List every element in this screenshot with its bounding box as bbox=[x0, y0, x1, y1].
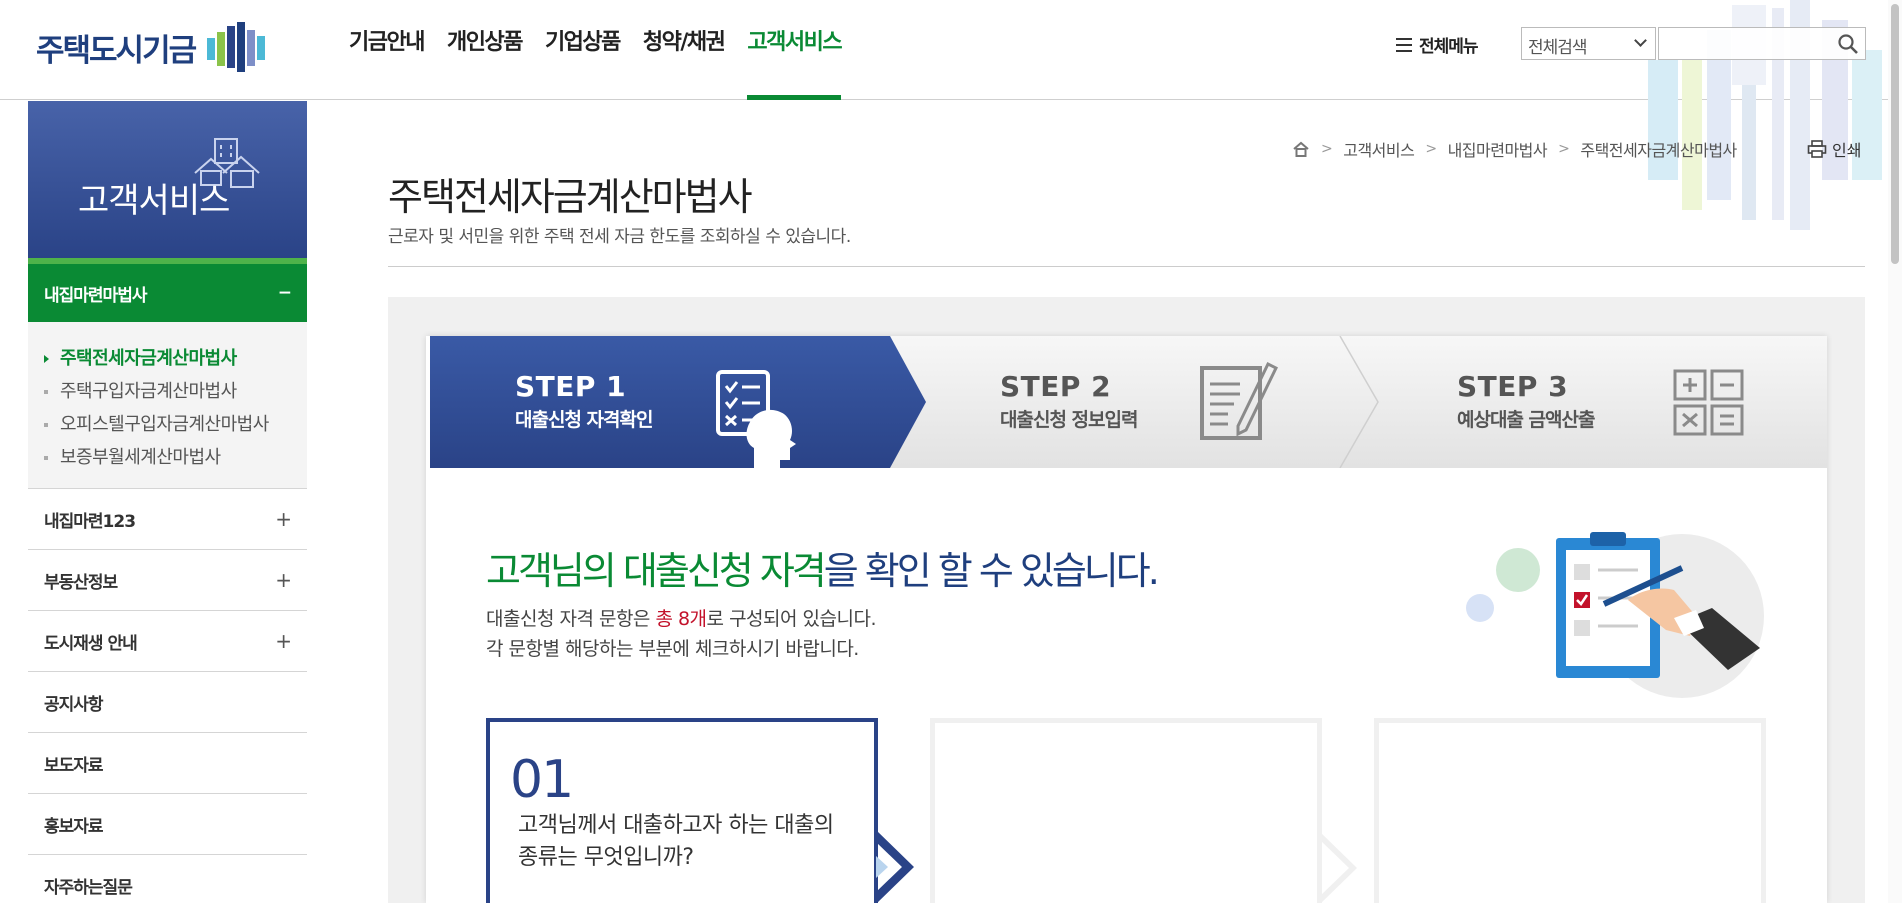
clipboard-checklist-illustration bbox=[1466, 532, 1764, 698]
search-input[interactable] bbox=[1658, 27, 1866, 60]
step-indicator: STEP 1 대출신청 자격확인 STEP 2 대출신청 정보입력 STEP 3… bbox=[430, 336, 1827, 468]
printer-icon bbox=[1807, 140, 1827, 158]
nav-subscription-bonds[interactable]: 청약/채권 bbox=[643, 0, 726, 100]
all-menu-label: 전체메뉴 bbox=[1419, 37, 1479, 57]
expand-icon: + bbox=[275, 568, 292, 592]
home-icon[interactable] bbox=[1292, 141, 1310, 157]
expand-icon: + bbox=[275, 629, 292, 653]
submenu-officetel-calculator[interactable]: 오피스텔구입자금계산마법사 bbox=[44, 408, 307, 441]
collapse-icon: − bbox=[277, 283, 292, 303]
search-scope-select[interactable]: 전체검색 bbox=[1521, 27, 1656, 60]
expand-icon: + bbox=[275, 507, 292, 531]
intro-title-rest: 을 확인 할 수 있습니다. bbox=[823, 549, 1160, 593]
nav-corporate-products[interactable]: 기업상품 bbox=[545, 0, 621, 100]
chevron-right-icon bbox=[1319, 831, 1357, 903]
breadcrumb-separator: > bbox=[1558, 141, 1570, 157]
step-2-number: STEP 2 bbox=[1000, 370, 1112, 403]
nav-personal-products[interactable]: 개인상품 bbox=[447, 0, 523, 100]
question-text: 고객님께서 대출하고자 하는 대출의 종류는 무엇입니까? bbox=[518, 813, 834, 870]
submenu-purchase-calculator[interactable]: 주택구입자금계산마법사 bbox=[44, 375, 307, 408]
calculator-icon bbox=[1673, 369, 1744, 436]
intro-description-line1: 대출신청 자격 문항은 총 8개로 구성되어 있습니다. bbox=[486, 604, 877, 634]
site-header: 주택도시기금 기금안내 개인상품 기업상품 청약/채권 고객서비스 전체메뉴 전… bbox=[0, 0, 1902, 230]
step-2-label: 대출신청 정보입력 bbox=[1000, 409, 1138, 431]
intro-desc-text: 로 구성되어 있습니다. bbox=[706, 608, 877, 630]
document-pencil-icon bbox=[1200, 361, 1278, 440]
side-nav-item-home123[interactable]: 내집마련123 + bbox=[28, 489, 307, 550]
breadcrumb-item[interactable]: 내집마련마법사 bbox=[1448, 137, 1548, 161]
step-1-number: STEP 1 bbox=[515, 370, 627, 403]
all-menu-button[interactable]: 전체메뉴 bbox=[1396, 32, 1479, 57]
step-3-label: 예상대출 금액산출 bbox=[1457, 409, 1595, 431]
title-divider bbox=[388, 266, 1865, 267]
side-nav-item-label: 공지사항 bbox=[44, 694, 104, 715]
side-nav-item-notices[interactable]: 공지사항 bbox=[28, 672, 307, 733]
breadcrumb-item[interactable]: 고객서비스 bbox=[1343, 137, 1415, 161]
breadcrumb-separator: > bbox=[1321, 141, 1333, 157]
search-scope-value: 전체검색 bbox=[1528, 38, 1588, 58]
side-nav-group-home-wizard[interactable]: 내집마련마법사 − bbox=[28, 264, 307, 322]
intro-description-line2: 각 문항별 해당하는 부분에 체크하시기 바랍니다. bbox=[486, 638, 859, 660]
question-card-1[interactable]: 01 고객님께서 대출하고자 하는 대출의 종류는 무엇입니까? bbox=[486, 718, 914, 903]
submenu-jeonse-calculator[interactable]: 주택전세자금계산마법사 bbox=[44, 342, 307, 375]
breadcrumb-item-current: 주택전세자금계산마법사 bbox=[1580, 141, 1737, 160]
main-navigation: 기금안내 개인상품 기업상품 청약/채권 고객서비스 bbox=[349, 0, 864, 100]
intro-title-highlight: 고객님의 대출신청 자격 bbox=[486, 549, 827, 593]
step-1-label: 대출신청 자격확인 bbox=[515, 409, 653, 431]
hamburger-icon bbox=[1396, 37, 1412, 52]
print-label: 인쇄 bbox=[1832, 141, 1862, 160]
side-nav-item-label: 보도자료 bbox=[44, 755, 104, 776]
step-2: STEP 2 대출신청 정보입력 bbox=[1000, 370, 1138, 432]
side-nav-title: 고객서비스 bbox=[78, 181, 230, 221]
side-nav-item-label: 부동산정보 bbox=[44, 572, 118, 593]
step-3: STEP 3 예상대출 금액산출 bbox=[1457, 370, 1595, 432]
nav-fund-info[interactable]: 기금안내 bbox=[349, 0, 425, 100]
intro-desc-text: 대출신청 자격 문항은 bbox=[486, 608, 656, 630]
question-number: 01 bbox=[510, 750, 574, 810]
checklist-person-icon bbox=[716, 370, 796, 468]
question-card-2 bbox=[930, 718, 1357, 903]
page-scrollbar[interactable] bbox=[1888, 0, 1902, 903]
page-description: 근로자 및 서민을 위한 주택 전세 자금 한도를 조회하실 수 있습니다. bbox=[388, 227, 851, 247]
logo-text: 주택도시기금 bbox=[36, 32, 197, 69]
page-title: 주택전세자금계산마법사 bbox=[388, 175, 753, 219]
intro-description: 대출신청 자격 문항은 총 8개로 구성되어 있습니다. 각 문항별 해당하는 … bbox=[486, 604, 877, 664]
side-nav-item-press[interactable]: 보도자료 bbox=[28, 733, 307, 794]
nav-customer-service[interactable]: 고객서비스 bbox=[747, 0, 843, 100]
question-card-3 bbox=[1374, 718, 1766, 903]
breadcrumb-separator: > bbox=[1425, 141, 1437, 157]
side-navigation: 고객서비스 내집마련마법사 − 주택전세자금계산마법사 주택구입자금계산마법사 … bbox=[28, 101, 307, 903]
print-button[interactable]: 인쇄 bbox=[1807, 137, 1861, 161]
scrollbar-thumb[interactable] bbox=[1891, 4, 1899, 264]
side-nav-item-urban-regeneration[interactable]: 도시재생 안내 + bbox=[28, 611, 307, 672]
logo-mark-icon bbox=[207, 22, 266, 72]
side-nav-item-real-estate[interactable]: 부동산정보 + bbox=[28, 550, 307, 611]
side-nav-item-label: 도시재생 안내 bbox=[44, 633, 138, 654]
intro-title: 고객님의 대출신청 자격을 확인 할 수 있습니다. bbox=[486, 540, 1160, 595]
app-root: 주택도시기금 기금안내 개인상품 기업상품 청약/채권 고객서비스 전체메뉴 전… bbox=[0, 0, 1902, 903]
side-nav-item-promotion[interactable]: 홍보자료 bbox=[28, 794, 307, 855]
question-count: 총 8개 bbox=[655, 608, 707, 630]
side-nav-header: 고객서비스 bbox=[28, 101, 307, 264]
side-nav-item-label: 홍보자료 bbox=[44, 816, 104, 837]
side-nav-group-label: 내집마련마법사 bbox=[44, 285, 147, 306]
chevron-right-icon bbox=[876, 830, 914, 903]
side-nav-submenu: 주택전세자금계산마법사 주택구입자금계산마법사 오피스텔구입자금계산마법사 보증… bbox=[28, 322, 307, 489]
side-nav-item-label: 내집마련123 bbox=[44, 511, 136, 532]
submenu-monthly-rent-calculator[interactable]: 보증부월세계산마법사 bbox=[44, 441, 307, 474]
chevron-down-icon bbox=[1634, 34, 1647, 47]
search-icon[interactable] bbox=[1837, 33, 1859, 55]
breadcrumb: > 고객서비스 > 내집마련마법사 > 주택전세자금계산마법사 bbox=[1292, 137, 1737, 161]
side-nav-item-faq[interactable]: 자주하는질문 bbox=[28, 855, 307, 903]
step-1: STEP 1 대출신청 자격확인 bbox=[515, 370, 653, 432]
side-nav-item-label: 자주하는질문 bbox=[44, 877, 133, 898]
step-3-number: STEP 3 bbox=[1457, 370, 1569, 403]
site-logo[interactable]: 주택도시기금 bbox=[36, 22, 269, 72]
